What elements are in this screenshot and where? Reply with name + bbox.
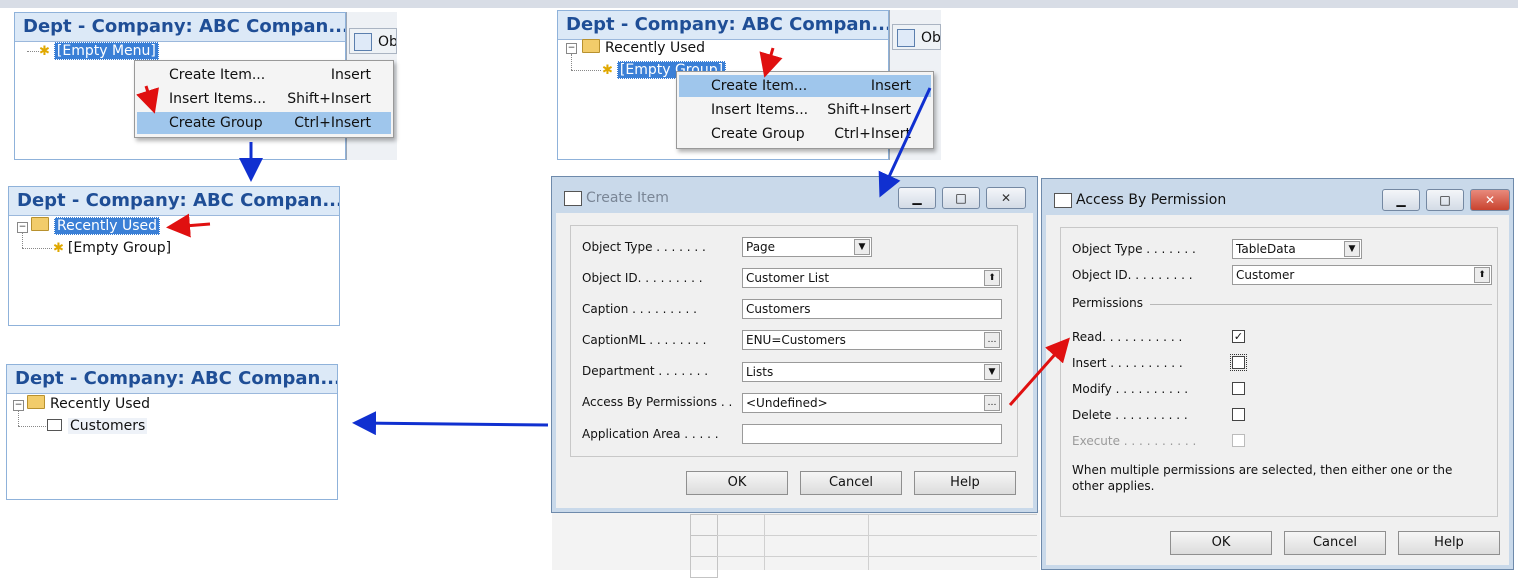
red-arrow-create-item xyxy=(759,47,783,78)
red-arrow-recently-used xyxy=(166,213,211,238)
blue-arrow-to-result xyxy=(352,411,549,436)
blue-arrow-to-dialog xyxy=(878,87,932,198)
red-arrow-permission xyxy=(1008,337,1070,406)
annotation-arrows xyxy=(136,47,1070,436)
red-arrow-create-group xyxy=(136,85,159,114)
